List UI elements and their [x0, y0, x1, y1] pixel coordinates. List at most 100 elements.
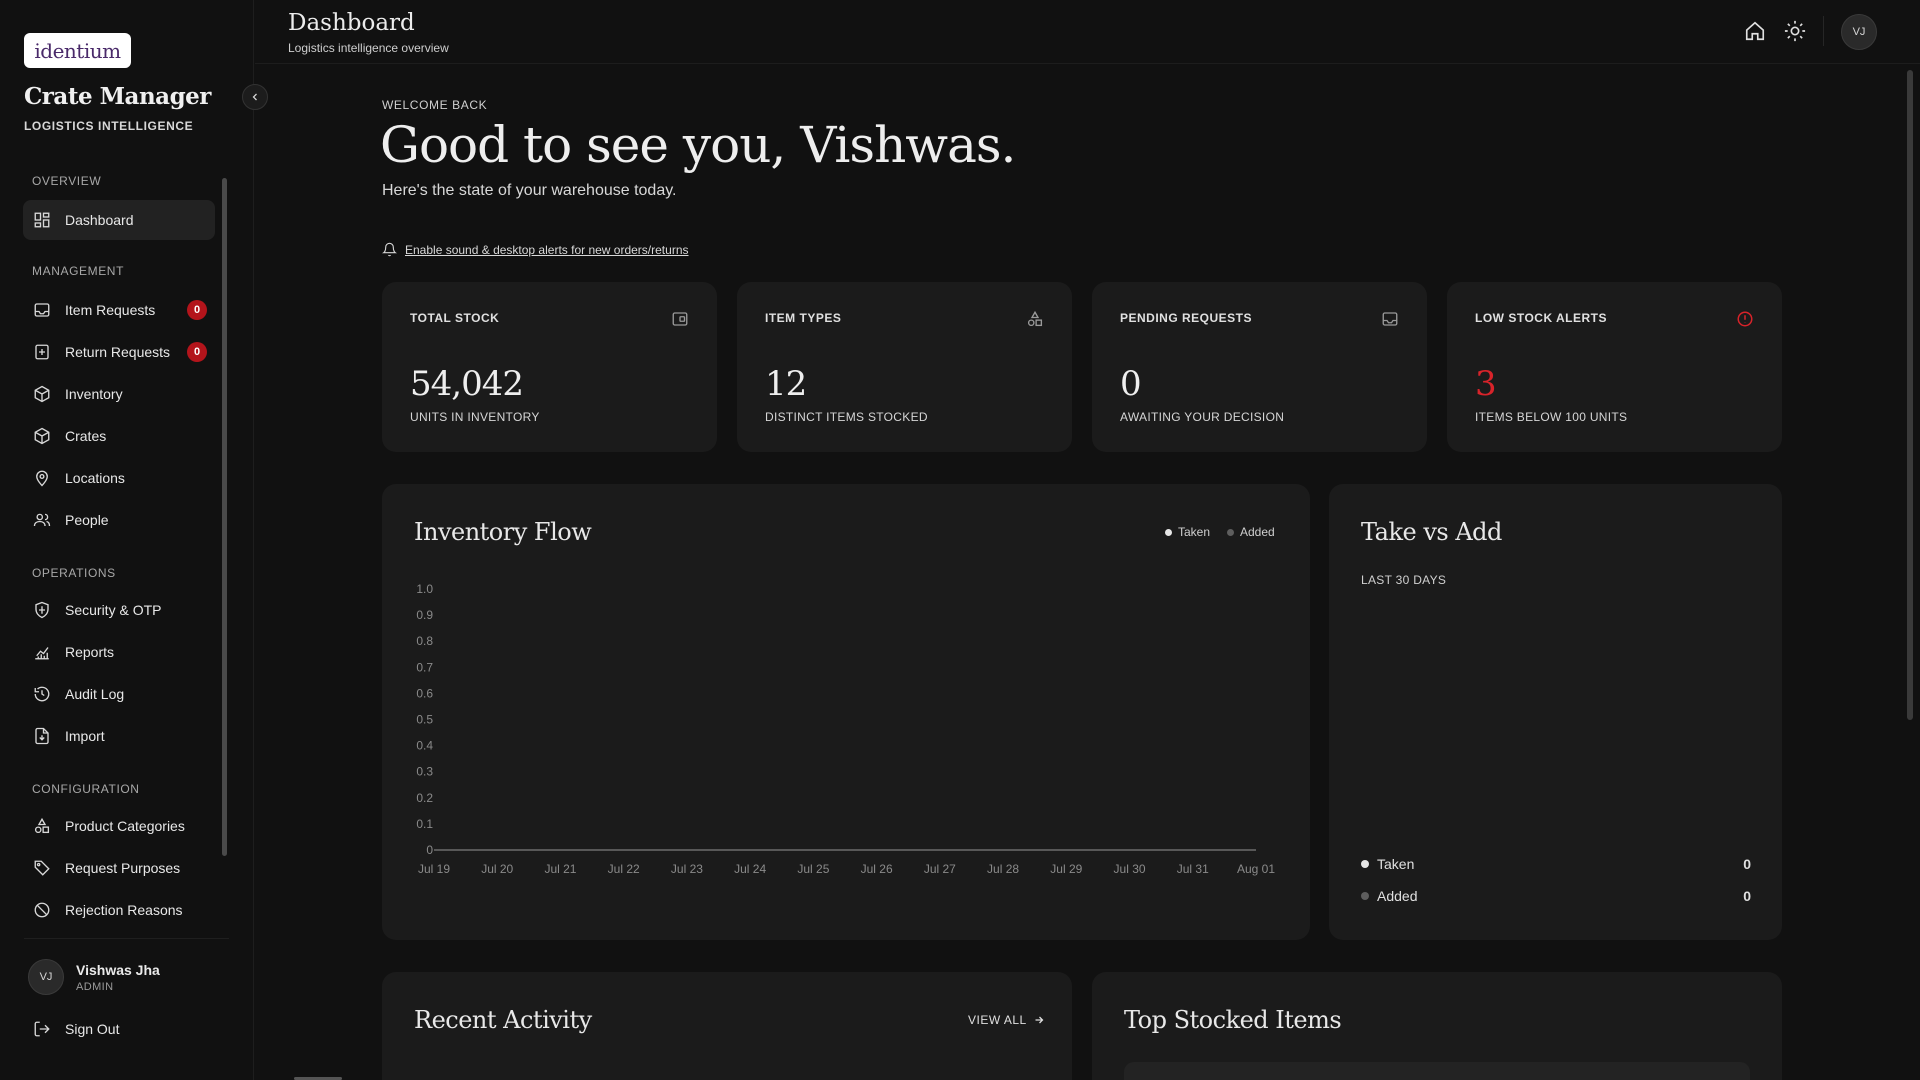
nav-section-configuration: CONFIGURATION	[32, 782, 140, 796]
sidebar-item-return-requests[interactable]: Return Requests 0	[23, 332, 215, 372]
shapes-icon	[1027, 310, 1043, 327]
stat-label: TOTAL STOCK	[410, 311, 500, 325]
dashboard-icon	[34, 212, 50, 228]
recent-activity-title: Recent Activity	[414, 1006, 592, 1034]
y-tick-label: 0.3	[416, 765, 433, 779]
y-tick-label: 0.4	[416, 739, 433, 753]
collapse-sidebar-button[interactable]	[242, 84, 268, 110]
sidebar-item-locations[interactable]: Locations	[23, 458, 215, 498]
x-tick-label: Jul 30	[1114, 862, 1146, 876]
x-tick-label: Jul 22	[608, 862, 640, 876]
sidebar-item-item-requests[interactable]: Item Requests 0	[23, 290, 215, 330]
sidebar-item-label: Dashboard	[65, 212, 134, 228]
top-stocked-title: Top Stocked Items	[1124, 1006, 1342, 1034]
sidebar-item-request-purposes[interactable]: Request Purposes	[23, 848, 215, 888]
nav-section-management: MANAGEMENT	[32, 264, 125, 278]
sidebar-item-dashboard[interactable]: Dashboard	[23, 200, 215, 240]
sidebar-item-label: People	[65, 512, 109, 528]
inbox-icon	[1382, 312, 1398, 326]
return-requests-badge: 0	[187, 342, 207, 362]
view-all-button[interactable]: VIEW ALL	[968, 1013, 1045, 1027]
sidebar-item-label: Item Requests	[65, 302, 156, 318]
brand-logo[interactable]: identium	[24, 33, 131, 68]
x-tick-label: Jul 27	[924, 862, 956, 876]
x-tick-label: Jul 31	[1177, 862, 1209, 876]
inbox-icon	[34, 303, 50, 317]
sidebar-scrollbar[interactable]	[222, 178, 227, 856]
page-scrollbar[interactable]	[1907, 70, 1913, 720]
x-tick-label: Jul 19	[418, 862, 450, 876]
sign-out-button[interactable]: Sign Out	[33, 1020, 119, 1038]
x-tick-label: Jul 29	[1050, 862, 1082, 876]
sidebar-divider	[24, 938, 229, 939]
take-vs-add-row-taken: Taken 0	[1361, 856, 1751, 872]
logo-text: identium	[34, 38, 121, 63]
recent-activity-card: Recent Activity VIEW ALL	[382, 972, 1072, 1080]
stat-card-item-types: ITEM TYPES 12 DISTINCT ITEMS STOCKED	[737, 282, 1072, 452]
sidebar-item-inventory[interactable]: Inventory	[23, 374, 215, 414]
y-tick-label: 1.0	[416, 582, 433, 596]
sidebar-item-security[interactable]: Security & OTP	[23, 590, 215, 630]
stat-card-total-stock: TOTAL STOCK 54,042 UNITS IN INVENTORY	[382, 282, 717, 452]
nav-section-operations: OPERATIONS	[32, 566, 116, 580]
take-vs-add-title: Take vs Add	[1361, 518, 1502, 546]
x-tick-label: Jul 20	[481, 862, 513, 876]
take-vs-add-period: LAST 30 DAYS	[1361, 573, 1447, 587]
x-tick-label: Jul 21	[544, 862, 576, 876]
x-tick-label: Aug 01	[1237, 862, 1275, 876]
enable-alerts-label: Enable sound & desktop alerts for new or…	[405, 242, 689, 257]
user-name: Vishwas Jha	[76, 962, 160, 978]
sidebar-item-label: Locations	[65, 470, 125, 486]
user-role: ADMIN	[76, 981, 114, 993]
chevron-left-icon	[252, 93, 257, 101]
legend-dot-added	[1361, 892, 1369, 900]
people-icon	[33, 513, 51, 527]
theme-toggle-icon[interactable]	[1784, 20, 1806, 42]
x-tick-label: Jul 26	[861, 862, 893, 876]
y-tick-label: 0.8	[416, 634, 433, 648]
home-icon[interactable]	[1744, 20, 1766, 42]
x-tick-label: Jul 28	[987, 862, 1019, 876]
row-value: 0	[1743, 888, 1751, 904]
sidebar-item-label: Return Requests	[65, 344, 171, 360]
sidebar-item-reports[interactable]: Reports	[23, 632, 215, 672]
bell-icon	[382, 242, 397, 257]
sidebar-item-people[interactable]: People	[23, 500, 215, 540]
sidebar-item-crates[interactable]: Crates	[23, 416, 215, 456]
header-avatar[interactable]: VJ	[1841, 14, 1877, 50]
chart-icon	[35, 647, 49, 660]
y-tick-label: 0.5	[416, 713, 433, 727]
sidebar-item-label: Product Categories	[65, 818, 185, 834]
row-label: Taken	[1377, 856, 1415, 872]
take-vs-add-card: Take vs Add LAST 30 DAYS Taken 0 Added 0	[1329, 484, 1782, 940]
inventory-flow-card: Inventory Flow Taken Added 0 0.1 0.2 0.3 0.4…	[382, 484, 1310, 940]
shapes-icon	[34, 817, 50, 834]
nav-section-overview: OVERVIEW	[32, 174, 102, 188]
sidebar-item-product-categories[interactable]: Product Categories	[23, 806, 215, 846]
top-header: Dashboard Logistics intelligence overvie…	[255, 0, 1920, 64]
welcome-subtitle: Here's the state of your warehouse today…	[382, 182, 677, 199]
welcome-kicker: WELCOME BACK	[382, 98, 488, 112]
row-label: Added	[1377, 888, 1418, 904]
x-tick-label: Jul 23	[671, 862, 703, 876]
stat-value: 54,042	[410, 364, 524, 404]
ban-icon	[34, 902, 50, 918]
page-subtitle: Logistics intelligence overview	[288, 41, 449, 55]
sidebar-item-rejection-reasons[interactable]: Rejection Reasons	[23, 890, 215, 930]
legend-dot-taken	[1361, 860, 1369, 868]
sidebar-item-label: Request Purposes	[65, 860, 181, 876]
sidebar-item-label: Import	[65, 728, 105, 744]
sidebar-item-label: Rejection Reasons	[65, 902, 183, 918]
y-tick-label: 0.9	[416, 608, 433, 622]
sidebar-item-import[interactable]: Import	[23, 716, 215, 756]
wallet-icon	[672, 312, 688, 326]
sidebar-item-label: Audit Log	[65, 686, 125, 702]
enable-alerts-link[interactable]: Enable sound & desktop alerts for new or…	[382, 242, 689, 257]
shield-icon	[35, 601, 49, 619]
avatar[interactable]: VJ	[28, 959, 64, 995]
sidebar-item-audit-log[interactable]: Audit Log	[23, 674, 215, 714]
sidebar-nav: OVERVIEW Dashboard MANAGEMENT Item Reque…	[0, 170, 230, 930]
stat-caption: AWAITING YOUR DECISION	[1120, 410, 1285, 424]
stat-caption: UNITS IN INVENTORY	[410, 410, 540, 424]
stat-value: 0	[1120, 364, 1142, 404]
